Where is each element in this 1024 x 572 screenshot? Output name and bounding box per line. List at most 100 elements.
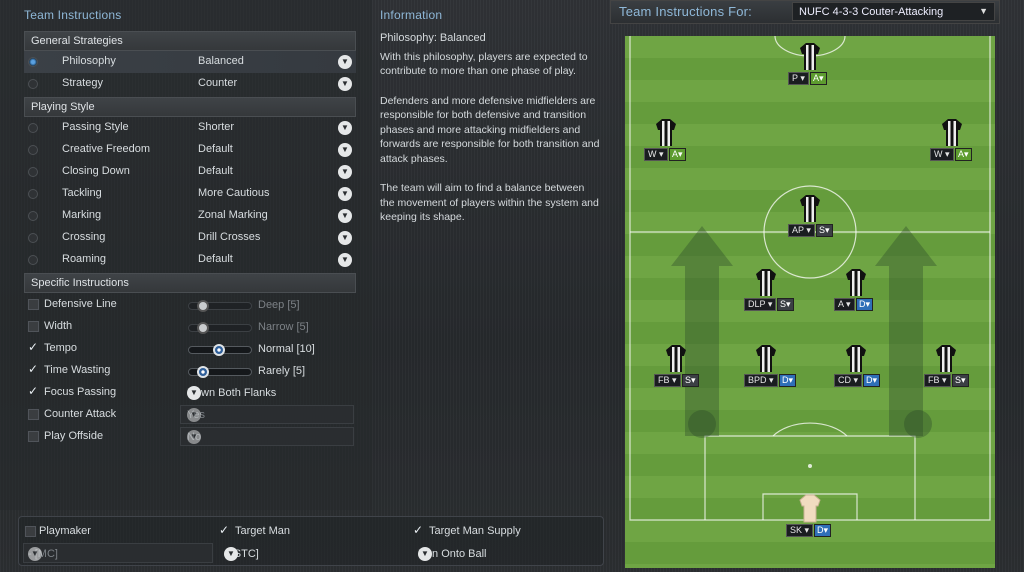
passing-style-radio[interactable] (28, 123, 38, 133)
chevron-down-icon[interactable]: ▼ (418, 547, 432, 561)
player-marker[interactable]: SK ▾ D▾ (780, 494, 840, 538)
play-offside-checkbox[interactable] (28, 431, 39, 442)
slider-knob[interactable] (197, 300, 209, 312)
player-marker[interactable]: A ▾ D▾ (826, 268, 886, 312)
defensive-line-checkbox[interactable] (28, 299, 39, 310)
chevron-down-icon[interactable]: ▼ (187, 386, 201, 400)
chevron-down-icon[interactable]: ▼ (338, 143, 352, 157)
target-man-supply-checkbox[interactable]: ✓ (413, 523, 425, 537)
chevron-down-icon[interactable]: ▼ (338, 253, 352, 267)
slider-knob[interactable] (197, 366, 209, 378)
tackling-row[interactable]: Tackling More Cautious ▼ (24, 183, 356, 205)
chevron-down-icon[interactable]: ▼ (28, 547, 42, 561)
philosophy-row[interactable]: Philosophy Balanced ▼ (24, 51, 356, 73)
roaming-radio[interactable] (28, 255, 38, 265)
width-slider[interactable] (188, 322, 252, 334)
player-marker[interactable]: P ▾ A▾ (780, 42, 840, 86)
information-title: Information (380, 8, 443, 22)
closing-down-row[interactable]: Closing Down Default ▼ (24, 161, 356, 183)
player-role-tag[interactable]: P ▾ (788, 72, 809, 85)
player-role-tag[interactable]: FB ▾ (654, 374, 681, 387)
target-man-checkbox[interactable]: ✓ (219, 523, 231, 537)
tempo-slider[interactable] (188, 344, 252, 356)
chevron-down-icon[interactable]: ▼ (338, 165, 352, 179)
tempo-checkbox[interactable]: ✓ (28, 340, 40, 354)
player-marker[interactable]: FB ▾ S▾ (646, 344, 706, 388)
chevron-down-icon[interactable]: ▼ (338, 209, 352, 223)
player-marker[interactable]: DLP ▾ S▾ (736, 268, 796, 312)
player-role-tag[interactable]: SK ▾ (786, 524, 814, 537)
crossing-row[interactable]: Crossing Drill Crosses ▼ (24, 227, 356, 249)
formation-select[interactable]: NUFC 4-3-3 Couter-Attacking ▼ (792, 2, 995, 21)
slider-knob[interactable] (197, 322, 209, 334)
target-man-label: Target Man (235, 525, 291, 537)
player-duty-badge[interactable]: A▾ (669, 148, 686, 161)
passing-style-row[interactable]: Passing Style Shorter ▼ (24, 117, 356, 139)
team-instructions-for-title: Team Instructions For: (619, 4, 752, 19)
counter-attack-select[interactable]: Yes ▼ (180, 405, 354, 424)
chevron-down-icon[interactable]: ▼ (187, 408, 201, 422)
player-duty-badge[interactable]: D▾ (814, 524, 832, 537)
chevron-down-icon[interactable]: ▼ (338, 187, 352, 201)
player-duty-badge[interactable]: S▾ (816, 224, 833, 237)
player-role-tag[interactable]: DLP ▾ (744, 298, 777, 311)
player-duty-badge[interactable]: D▾ (779, 374, 797, 387)
focus-passing-checkbox[interactable]: ✓ (28, 384, 40, 398)
creative-freedom-row[interactable]: Creative Freedom Default ▼ (24, 139, 356, 161)
defensive-line-slider[interactable] (188, 300, 252, 312)
time-wasting-checkbox[interactable]: ✓ (28, 362, 40, 376)
target-man-select[interactable]: - [STC] ▼ (219, 543, 399, 563)
player-duty-badge[interactable]: D▾ (856, 298, 874, 311)
strategy-row[interactable]: Strategy Counter ▼ (24, 73, 356, 95)
player-role-tag[interactable]: W ▾ (930, 148, 954, 161)
info-paragraph: The team will aim to find a balance betw… (380, 182, 599, 223)
player-role-tag[interactable]: A ▾ (834, 298, 855, 311)
crossing-radio[interactable] (28, 233, 38, 243)
tempo-value: Normal [10] (258, 343, 315, 355)
player-marker[interactable]: W ▾ A▾ (922, 118, 982, 162)
player-duty-badge[interactable]: A▾ (955, 148, 972, 161)
player-marker[interactable]: BPD ▾ D▾ (736, 344, 797, 388)
player-duty-badge[interactable]: A▾ (810, 72, 827, 85)
chevron-down-icon[interactable]: ▼ (224, 547, 238, 561)
player-role-tag[interactable]: W ▾ (644, 148, 668, 161)
chevron-down-icon[interactable]: ▼ (187, 430, 201, 444)
chevron-down-icon[interactable]: ▼ (338, 55, 352, 69)
player-role-tag[interactable]: FB ▾ (924, 374, 951, 387)
width-checkbox[interactable] (28, 321, 39, 332)
play-offside-select[interactable]: No ▼ (180, 427, 354, 446)
formation-value: NUFC 4-3-3 Couter-Attacking (799, 6, 944, 18)
marking-radio[interactable] (28, 211, 38, 221)
player-shirt-icon (756, 269, 776, 296)
player-marker[interactable]: CD ▾ D▾ (826, 344, 886, 388)
target-man-supply-label: Target Man Supply (429, 525, 521, 537)
philosophy-radio[interactable] (28, 57, 38, 67)
focus-passing-select[interactable]: Down Both Flanks ▼ (180, 383, 354, 402)
player-marker[interactable]: AP ▾ S▾ (780, 194, 840, 238)
player-duty-badge[interactable]: S▾ (682, 374, 699, 387)
tackling-radio[interactable] (28, 189, 38, 199)
roaming-row[interactable]: Roaming Default ▼ (24, 249, 356, 271)
player-duty-badge[interactable]: D▾ (863, 374, 881, 387)
player-duty-badge[interactable]: S▾ (952, 374, 969, 387)
chevron-down-icon[interactable]: ▼ (338, 231, 352, 245)
player-role-tag[interactable]: AP ▾ (788, 224, 815, 237)
closing-down-radio[interactable] (28, 167, 38, 177)
playmaker-checkbox[interactable] (25, 526, 36, 537)
marking-row[interactable]: Marking Zonal Marking ▼ (24, 205, 356, 227)
chevron-down-icon[interactable]: ▼ (338, 77, 352, 91)
strategy-radio[interactable] (28, 79, 38, 89)
slider-knob[interactable] (213, 344, 225, 356)
player-marker[interactable]: W ▾ A▾ (636, 118, 696, 162)
chevron-down-icon[interactable]: ▼ (338, 121, 352, 135)
player-duty-badge[interactable]: S▾ (777, 298, 794, 311)
time-wasting-slider[interactable] (188, 366, 252, 378)
counter-attack-checkbox[interactable] (28, 409, 39, 420)
creative-freedom-radio[interactable] (28, 145, 38, 155)
player-role-tag[interactable]: CD ▾ (834, 374, 863, 387)
playmaker-select[interactable]: - [MC] ▼ (23, 543, 213, 563)
target-man-supply-select[interactable]: Run Onto Ball ▼ (413, 543, 599, 563)
width-label: Width (44, 320, 73, 332)
player-role-tag[interactable]: BPD ▾ (744, 374, 778, 387)
player-marker[interactable]: FB ▾ S▾ (916, 344, 976, 388)
